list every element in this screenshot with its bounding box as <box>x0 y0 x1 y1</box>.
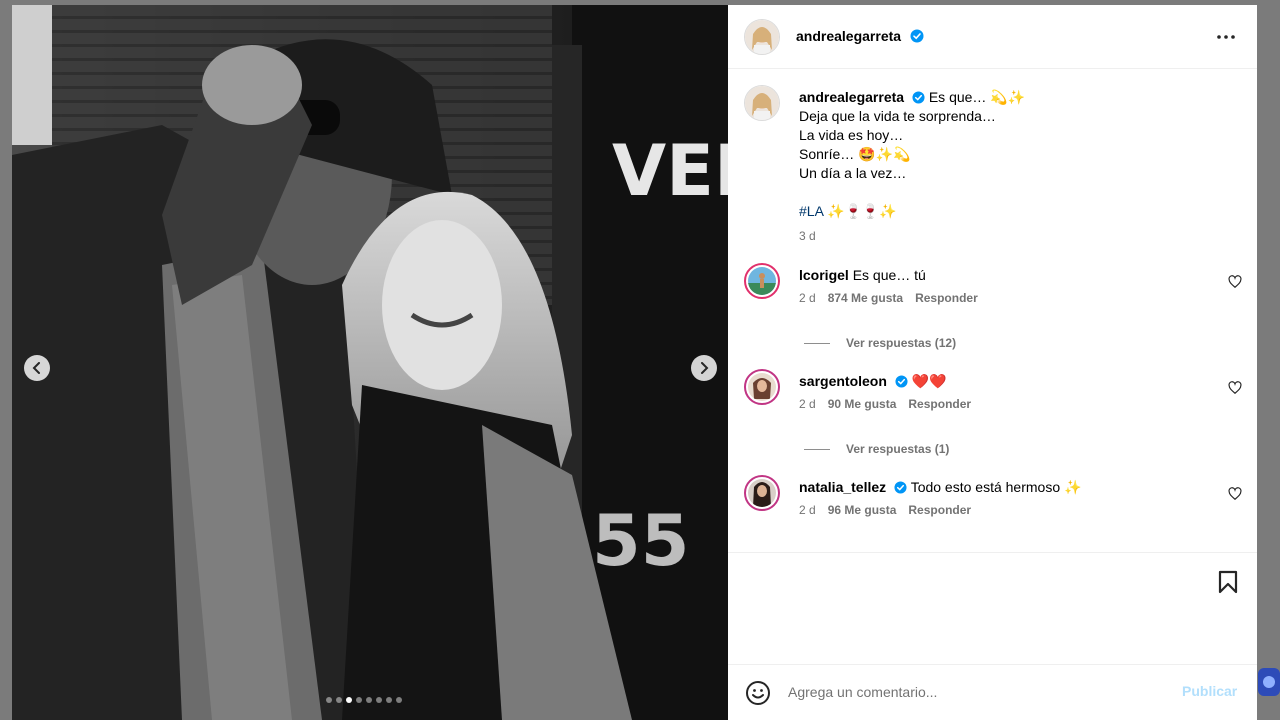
comment-likes[interactable]: 874 Me gusta <box>828 291 903 305</box>
emoji-icon <box>746 681 770 705</box>
comment-meta: 2 d 96 Me gusta Responder <box>799 503 971 517</box>
comment-likes[interactable]: 90 Me gusta <box>828 397 897 411</box>
reply-button[interactable]: Responder <box>908 503 971 517</box>
heart-icon <box>1228 487 1242 501</box>
replies-divider <box>804 448 830 450</box>
comment-body: natalia_tellez Todo esto está hermoso ✨ <box>799 478 1219 496</box>
avatar-image <box>745 86 779 120</box>
comment-meta: 2 d 874 Me gusta Responder <box>799 291 978 305</box>
emoji-picker-button[interactable] <box>745 680 771 711</box>
comment-username[interactable]: lcorigel <box>799 267 849 283</box>
caption-line: La vida es hoy… <box>799 127 904 143</box>
post-side-panel: andrealegarreta andrealegarreta Es que… … <box>728 5 1257 720</box>
view-replies-button[interactable]: Ver respuestas (12) <box>804 336 956 350</box>
author-username[interactable]: andrealegarreta <box>796 28 901 44</box>
author-name-row: andrealegarreta <box>796 28 924 46</box>
carousel-indicator <box>326 697 402 703</box>
caption-text: andrealegarreta Es que… 💫✨ Deja que la v… <box>799 88 1219 246</box>
comment-like-button[interactable] <box>1228 275 1242 294</box>
caption-line: Un día a la vez… <box>799 165 907 181</box>
svg-text:55: 55 <box>592 500 689 582</box>
comment-like-button[interactable] <box>1228 381 1242 400</box>
comment-likes[interactable]: 96 Me gusta <box>828 503 897 517</box>
verified-badge-icon <box>912 91 925 104</box>
save-post-button[interactable] <box>1217 570 1239 599</box>
chevron-right-icon <box>701 362 709 374</box>
caption-timestamp[interactable]: 3 d <box>799 227 1219 246</box>
comment-text: ❤️❤️ <box>911 373 947 389</box>
caption-line: Deja que la vida te sorprenda… <box>799 108 996 124</box>
post-image: VEN 55 <box>12 5 728 720</box>
publish-button[interactable]: Publicar <box>1182 683 1237 699</box>
post-photo[interactable]: VEN 55 <box>12 5 728 720</box>
corner-badge-icon <box>1258 668 1280 701</box>
carousel-dot <box>386 697 392 703</box>
caption-line: Sonríe… 🤩✨💫 <box>799 146 911 162</box>
more-options-icon <box>1217 35 1235 39</box>
comment-like-button[interactable] <box>1228 487 1242 506</box>
view-replies-label: Ver respuestas (1) <box>846 442 950 456</box>
caption-line: Es que… 💫✨ <box>928 89 1026 105</box>
caption-author-avatar[interactable] <box>744 85 780 121</box>
bookmark-icon <box>1218 570 1238 594</box>
avatar-image <box>748 373 776 401</box>
heart-icon <box>1228 275 1242 289</box>
more-options-button[interactable] <box>1216 27 1236 52</box>
comment-text: Es que… tú <box>852 267 926 283</box>
heart-icon <box>1228 381 1242 395</box>
post-actions <box>728 552 1257 664</box>
avatar-image <box>748 267 776 295</box>
carousel-prev-button[interactable] <box>24 355 50 381</box>
commenter-avatar[interactable] <box>744 475 780 511</box>
commenter-avatar[interactable] <box>744 369 780 405</box>
view-replies-button[interactable]: Ver respuestas (1) <box>804 442 949 456</box>
carousel-dot <box>336 697 342 703</box>
carousel-dot <box>376 697 382 703</box>
reply-button[interactable]: Responder <box>908 397 971 411</box>
carousel-dot <box>346 697 352 703</box>
comment-username[interactable]: natalia_tellez <box>799 479 886 495</box>
comment-input[interactable] <box>788 681 1168 703</box>
chevron-left-icon <box>32 362 40 374</box>
verified-badge-icon <box>895 375 908 388</box>
verified-badge-icon <box>894 481 907 494</box>
verified-badge-icon <box>910 29 924 43</box>
add-comment-bar: Publicar <box>728 664 1257 720</box>
hashtag-emoji: ✨🍷🍷✨ <box>827 203 897 219</box>
carousel-dot <box>396 697 402 703</box>
hashtag-link[interactable]: #LA <box>799 203 823 219</box>
svg-text:VEN: VEN <box>612 130 728 212</box>
author-avatar[interactable] <box>744 19 780 55</box>
reply-button[interactable]: Responder <box>915 291 978 305</box>
comment-username[interactable]: sargentoleon <box>799 373 887 389</box>
carousel-dot <box>366 697 372 703</box>
avatar-image <box>745 20 779 54</box>
comment-body: lcorigel Es que… tú <box>799 266 1219 284</box>
carousel-dot <box>356 697 362 703</box>
carousel-next-button[interactable] <box>691 355 717 381</box>
comment-time[interactable]: 2 d <box>799 397 816 411</box>
badge-image <box>1258 668 1280 696</box>
comment-meta: 2 d 90 Me gusta Responder <box>799 397 971 411</box>
view-replies-label: Ver respuestas (12) <box>846 336 957 350</box>
comment-time[interactable]: 2 d <box>799 291 816 305</box>
comment-time[interactable]: 2 d <box>799 503 816 517</box>
post-header: andrealegarreta <box>728 5 1257 69</box>
comment-text: Todo esto está hermoso ✨ <box>910 479 1082 495</box>
carousel-dot <box>326 697 332 703</box>
replies-divider <box>804 342 830 344</box>
avatar-image <box>748 479 776 507</box>
caption-username[interactable]: andrealegarreta <box>799 89 904 105</box>
commenter-avatar[interactable] <box>744 263 780 299</box>
comment-body: sargentoleon ❤️❤️ <box>799 372 1219 390</box>
